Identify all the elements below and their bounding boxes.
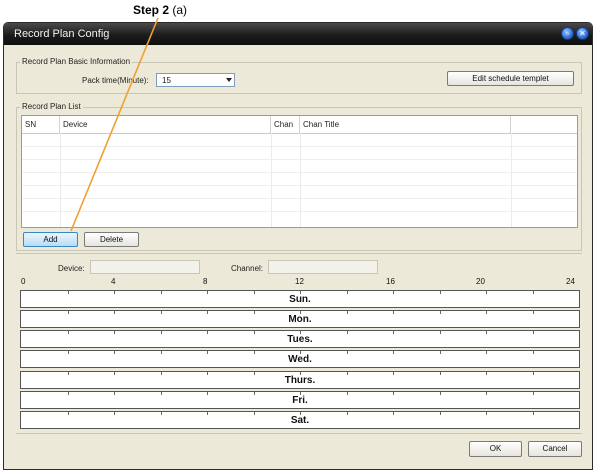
pointer-line [70, 17, 159, 232]
step-pointer-arrow [70, 17, 159, 232]
